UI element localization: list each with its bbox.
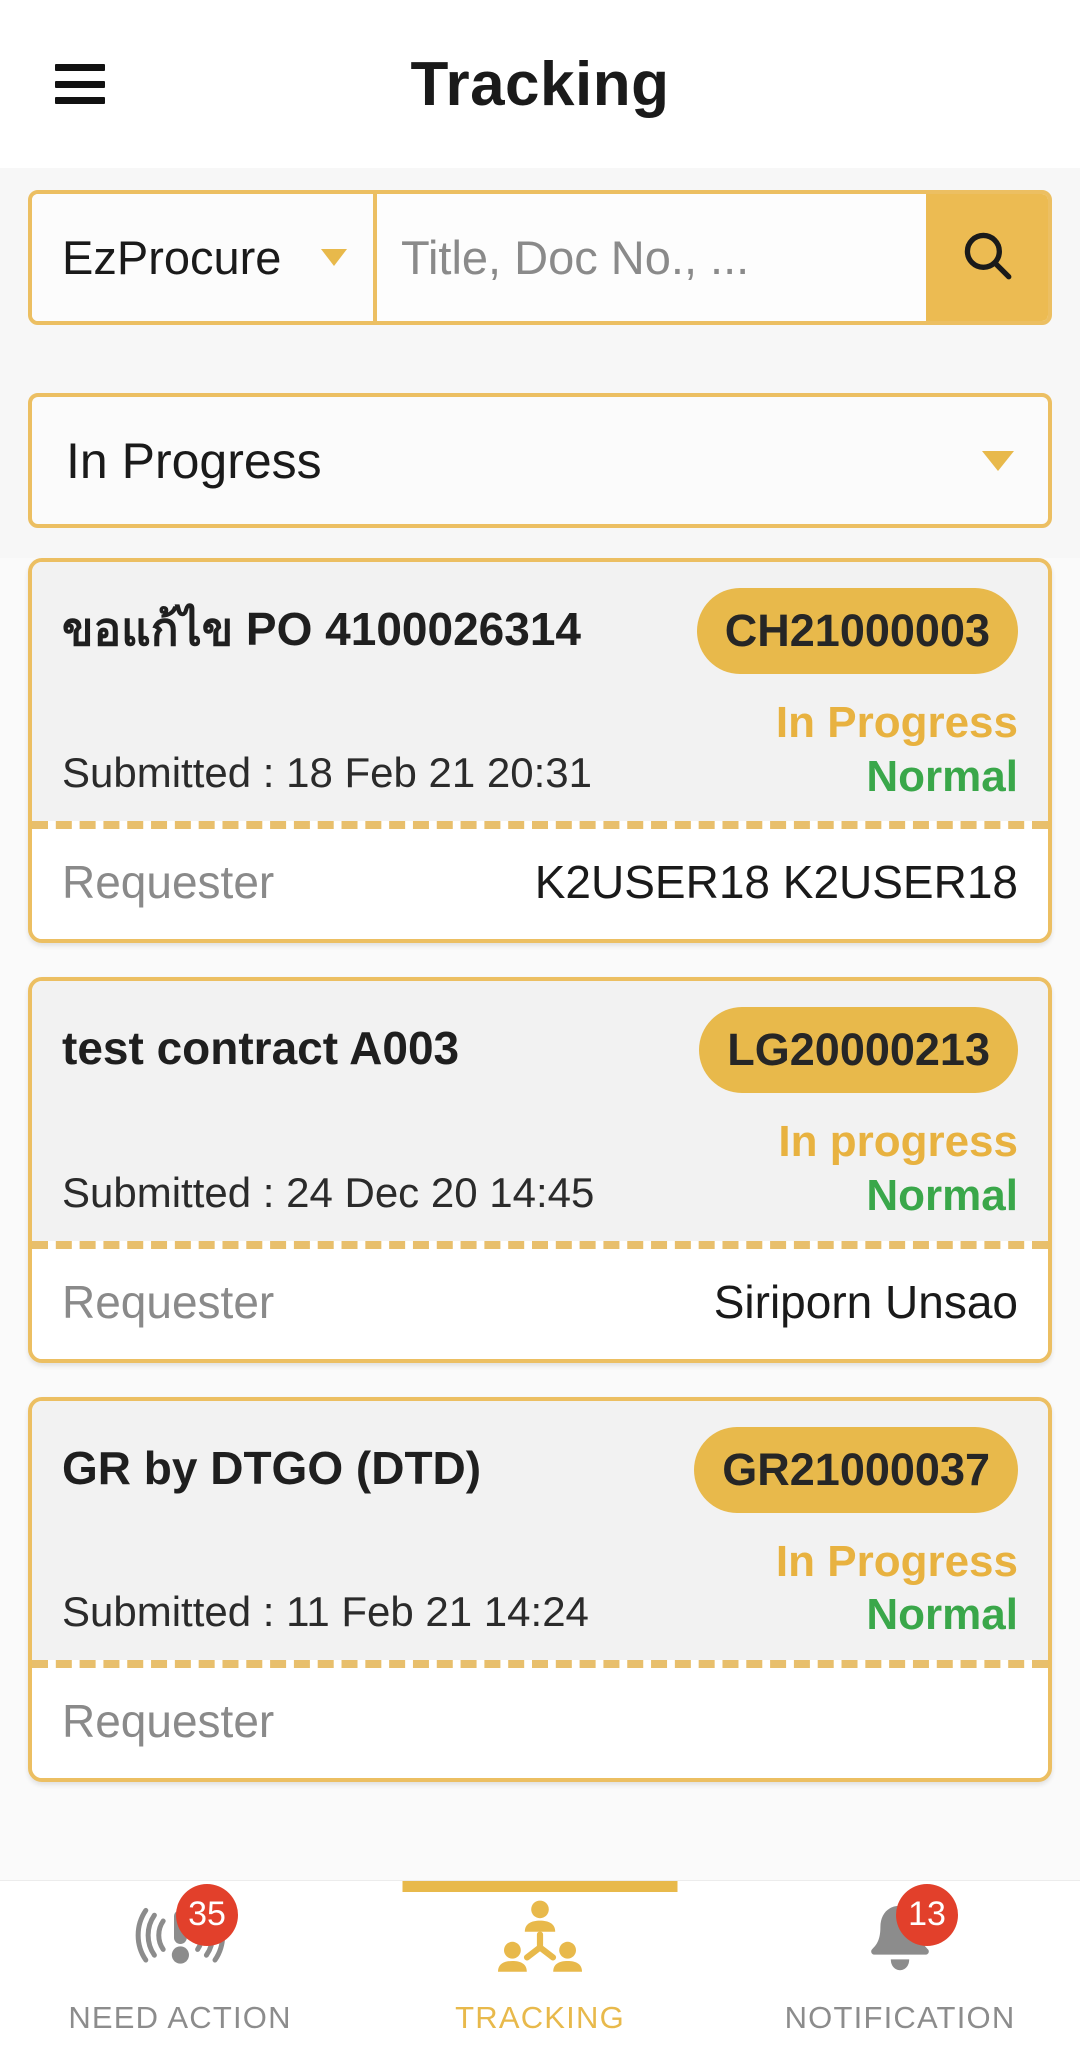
search-icon xyxy=(958,226,1016,289)
hamburger-line xyxy=(55,64,105,71)
card-bottom-section: Requester Siriporn Unsao xyxy=(32,1248,1048,1359)
status-badge: In progress xyxy=(778,1117,1018,1167)
card-title: test contract A003 xyxy=(62,1022,460,1075)
page-title: Tracking xyxy=(410,49,670,119)
hamburger-line xyxy=(55,80,105,88)
nav-item-notification[interactable]: 13 NOTIFICATION xyxy=(720,1881,1080,2052)
card-title: GR by DTGO (DTD) xyxy=(62,1441,482,1494)
card-meta: Submitted : 11 Feb 21 14:24 In Progress … xyxy=(62,1535,1018,1642)
requester-value: K2USER18 K2USER18 xyxy=(534,856,1018,909)
card-top-section: GR by DTGO (DTD) GR21000037 Submitted : … xyxy=(32,1400,1048,1661)
need-action-badge: 35 xyxy=(176,1883,238,1946)
search-button[interactable] xyxy=(926,194,1048,321)
nav-label-notification: NOTIFICATION xyxy=(784,1999,1016,2035)
search-bar: EzProcure xyxy=(28,190,1052,325)
status-badge: In Progress xyxy=(775,1536,1018,1586)
filter-zone: EzProcure In Progress xyxy=(0,168,1080,558)
submitted-text: Submitted : 18 Feb 21 20:31 xyxy=(62,749,593,797)
notification-badge: 13 xyxy=(896,1883,958,1946)
app-header: Tracking xyxy=(0,0,1080,168)
card-status-group: In progress Normal xyxy=(778,1115,1018,1222)
priority-badge: Normal xyxy=(866,751,1018,801)
active-tab-indicator xyxy=(402,1881,678,1892)
tracking-card-list[interactable]: ขอแก้ไข PO 4100026314 CH21000003 Submitt… xyxy=(0,558,1080,2052)
nav-item-tracking[interactable]: TRACKING xyxy=(360,1881,720,2052)
card-meta: Submitted : 24 Dec 20 14:45 In progress … xyxy=(62,1115,1018,1222)
priority-badge: Normal xyxy=(866,1171,1018,1221)
status-filter-label: In Progress xyxy=(66,432,322,489)
submitted-text: Submitted : 24 Dec 20 14:45 xyxy=(62,1168,595,1216)
org-chart-people-icon xyxy=(494,1899,586,1984)
card-bottom-section: Requester xyxy=(32,1668,1048,1779)
requester-label: Requester xyxy=(62,856,275,909)
card-status-group: In Progress Normal xyxy=(776,696,1018,803)
requester-label: Requester xyxy=(62,1695,275,1748)
bottom-navigation: 35 NEED ACTION TRACKING 13 NOTIFICATION xyxy=(0,1880,1080,2052)
doc-no-badge: CH21000003 xyxy=(696,588,1018,674)
card-header: ขอแก้ไข PO 4100026314 CH21000003 xyxy=(62,588,1018,674)
tracking-screen: Tracking EzProcure In Progress xyxy=(0,0,1080,2052)
card-title: ขอแก้ไข PO 4100026314 xyxy=(62,603,582,655)
card-divider xyxy=(32,1660,1048,1669)
card-meta: Submitted : 18 Feb 21 20:31 In Progress … xyxy=(62,696,1018,803)
requester-value: Siriporn Unsao xyxy=(713,1275,1018,1328)
card-bottom-section: Requester K2USER18 K2USER18 xyxy=(32,829,1048,940)
tracking-card[interactable]: GR by DTGO (DTD) GR21000037 Submitted : … xyxy=(28,1396,1052,1783)
tracking-card[interactable]: ขอแก้ไข PO 4100026314 CH21000003 Submitt… xyxy=(28,558,1052,944)
nav-label-tracking: TRACKING xyxy=(455,1999,625,2035)
requester-label: Requester xyxy=(62,1275,275,1328)
notification-icon-wrap: 13 xyxy=(848,1883,958,1986)
card-top-section: ขอแก้ไข PO 4100026314 CH21000003 Submitt… xyxy=(32,562,1048,822)
card-header: GR by DTGO (DTD) GR21000037 xyxy=(62,1426,1018,1513)
chevron-down-icon xyxy=(321,249,347,266)
nav-label-need-action: NEED ACTION xyxy=(68,1999,292,2035)
search-source-dropdown[interactable]: EzProcure xyxy=(32,194,377,321)
search-input-wrap xyxy=(377,194,926,321)
priority-badge: Normal xyxy=(866,1590,1018,1640)
nav-item-need-action[interactable]: 35 NEED ACTION xyxy=(0,1881,360,2052)
chevron-down-icon xyxy=(982,450,1014,471)
submitted-text: Submitted : 11 Feb 21 14:24 xyxy=(62,1588,589,1636)
card-divider xyxy=(32,821,1048,830)
card-status-group: In Progress Normal xyxy=(776,1535,1018,1642)
doc-no-badge: GR21000037 xyxy=(694,1426,1018,1513)
hamburger-line xyxy=(55,97,105,104)
tracking-icon-wrap xyxy=(488,1898,592,1986)
search-source-label: EzProcure xyxy=(62,231,282,284)
card-divider xyxy=(32,1240,1048,1249)
hamburger-menu-icon[interactable] xyxy=(55,64,105,104)
card-top-section: test contract A003 LG20000213 Submitted … xyxy=(32,981,1048,1241)
card-header: test contract A003 LG20000213 xyxy=(62,1007,1018,1094)
search-input[interactable] xyxy=(401,230,902,285)
need-action-icon-wrap: 35 xyxy=(128,1883,238,1986)
tracking-card[interactable]: test contract A003 LG20000213 Submitted … xyxy=(28,977,1052,1363)
status-badge: In Progress xyxy=(775,698,1018,747)
doc-no-badge: LG20000213 xyxy=(699,1007,1018,1094)
status-filter-dropdown[interactable]: In Progress xyxy=(28,393,1052,528)
